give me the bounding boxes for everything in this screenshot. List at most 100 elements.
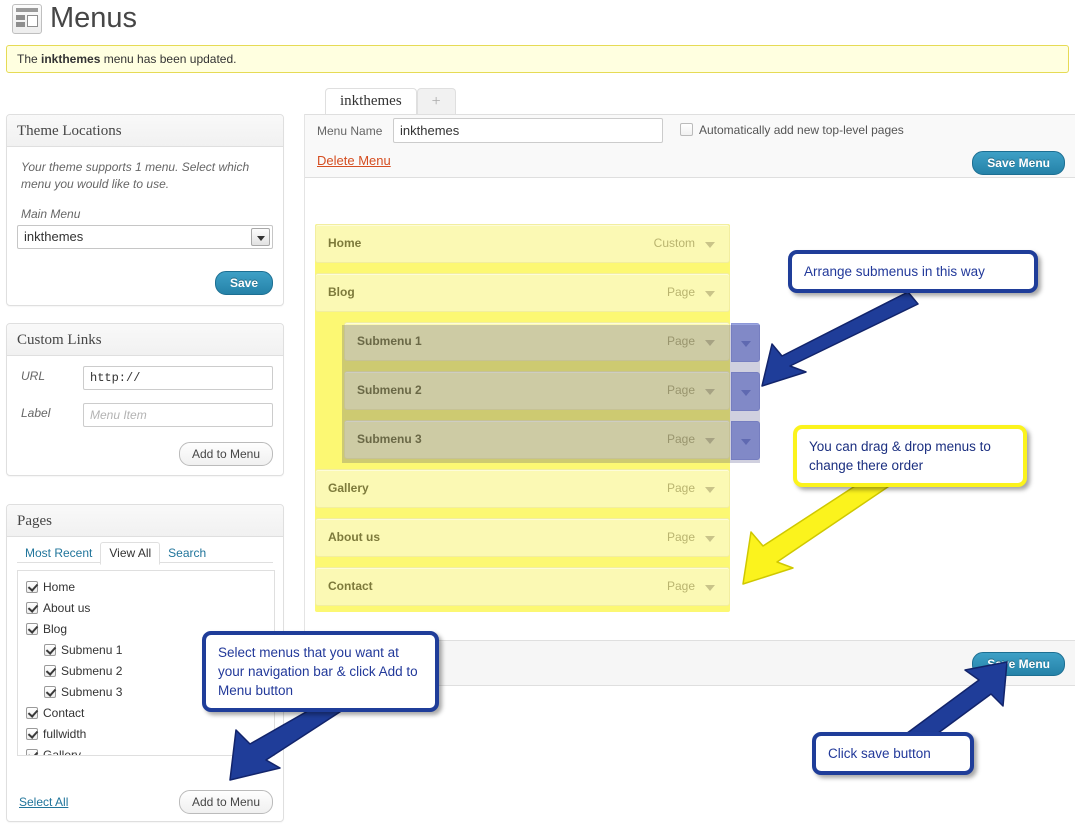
- menu-item-row[interactable]: Blog Page: [315, 273, 730, 312]
- menu-item-title: About us: [328, 530, 380, 544]
- chevron-down-icon[interactable]: [705, 389, 715, 395]
- callout-arrange-submenus: Arrange submenus in this way: [788, 250, 1038, 293]
- chevron-down-icon[interactable]: [705, 340, 715, 346]
- notice-menu-name: inkthemes: [41, 52, 101, 66]
- tab-inkthemes[interactable]: inkthemes: [325, 88, 417, 115]
- menus-icon-square-big: [27, 15, 38, 27]
- checkbox-icon[interactable]: [26, 623, 38, 635]
- list-item-label: About us: [43, 601, 91, 615]
- chevron-down-icon[interactable]: [705, 291, 715, 297]
- menu-name-label: Menu Name: [317, 124, 383, 138]
- auto-add-pages-label: Automatically add new top-level pages: [699, 123, 904, 137]
- chevron-down-icon[interactable]: [741, 341, 751, 347]
- menu-item-type: Page: [666, 432, 695, 446]
- chevron-down-icon[interactable]: [741, 439, 751, 445]
- custom-links-add-to-menu-button[interactable]: Add to Menu: [178, 442, 273, 466]
- tab-view-all[interactable]: View All: [100, 542, 161, 565]
- menu-tabs: inkthemes +: [325, 88, 456, 115]
- checkbox-icon[interactable]: [26, 749, 38, 755]
- main-menu-select[interactable]: inkthemes: [17, 225, 273, 249]
- menu-item-title: Blog: [328, 285, 355, 299]
- menus-icon: [12, 4, 42, 34]
- drag-handle[interactable]: [731, 421, 760, 460]
- callout-drag-drop: You can drag & drop menus to change ther…: [793, 425, 1027, 487]
- chevron-down-icon[interactable]: [741, 390, 751, 396]
- menu-item-title: Contact: [328, 579, 373, 593]
- drag-handle[interactable]: [731, 372, 760, 411]
- main-menu-selected-value: inkthemes: [24, 229, 84, 244]
- pages-add-to-menu-button[interactable]: Add to Menu: [178, 790, 273, 814]
- menus-icon-bar: [16, 8, 38, 12]
- theme-locations-description: Your theme supports 1 menu. Select which…: [21, 160, 250, 191]
- list-item[interactable]: About us: [26, 598, 274, 619]
- menu-item-type: Page: [666, 481, 695, 495]
- menu-item-row-submenu[interactable]: Submenu 3 Page: [344, 420, 760, 460]
- menu-item-type: Page: [666, 285, 695, 299]
- url-label: URL: [21, 369, 46, 383]
- tab-most-recent[interactable]: Most Recent: [17, 543, 100, 564]
- menu-item-type: Page: [666, 530, 695, 544]
- theme-locations-save-button[interactable]: Save: [214, 271, 273, 295]
- list-item-label: Gallery: [43, 748, 82, 756]
- auto-add-pages-row[interactable]: Automatically add new top-level pages: [680, 123, 904, 137]
- callout-click-save-text: Click save button: [828, 746, 931, 761]
- list-item-label: Submenu 3: [61, 685, 123, 699]
- label-input[interactable]: Menu Item: [83, 403, 273, 427]
- menu-item-title: Home: [328, 236, 362, 250]
- menu-item-title: Submenu 2: [357, 383, 422, 397]
- checkbox-icon[interactable]: [26, 581, 38, 593]
- checkbox-icon[interactable]: [44, 644, 56, 656]
- tab-add-menu[interactable]: +: [416, 88, 456, 115]
- callout-click-save: Click save button: [812, 732, 974, 775]
- menu-item-title: Submenu 3: [357, 432, 422, 446]
- menu-item-type: Custom: [653, 236, 695, 250]
- checkbox-icon[interactable]: [26, 728, 38, 740]
- menu-name-input[interactable]: inkthemes: [393, 118, 663, 143]
- select-all-link[interactable]: Select All: [19, 795, 68, 809]
- tab-search[interactable]: Search: [160, 543, 214, 564]
- menu-item-row-submenu[interactable]: Submenu 1 Page: [344, 322, 760, 362]
- list-item-label: fullwidth: [43, 727, 87, 741]
- list-item-label: Contact: [43, 706, 85, 720]
- custom-link-label-row: Label Menu Item: [17, 403, 273, 427]
- custom-links-panel: Custom Links URL http:// Label Menu Item…: [6, 323, 284, 476]
- chevron-down-icon[interactable]: [705, 536, 715, 542]
- theme-locations-body: Your theme supports 1 menu. Select which…: [7, 147, 283, 259]
- chevron-down-icon[interactable]: [705, 585, 715, 591]
- save-menu-button-top[interactable]: Save Menu: [972, 151, 1065, 175]
- chevron-down-icon[interactable]: [251, 228, 270, 246]
- checkbox-icon[interactable]: [44, 686, 56, 698]
- checkbox-unchecked-icon[interactable]: [680, 123, 693, 136]
- delete-menu-link[interactable]: Delete Menu: [317, 153, 391, 168]
- pages-title: Pages: [7, 505, 283, 537]
- callout-drag-text: You can drag & drop menus to change ther…: [809, 439, 991, 473]
- url-input[interactable]: http://: [83, 366, 273, 390]
- theme-locations-panel: Theme Locations Your theme supports 1 me…: [6, 114, 284, 306]
- pages-tabs: Most Recent View All Search: [17, 541, 273, 565]
- list-item[interactable]: Home: [26, 577, 274, 598]
- chevron-down-icon[interactable]: [705, 438, 715, 444]
- chevron-down-icon[interactable]: [705, 242, 715, 248]
- menu-item-row[interactable]: Gallery Page: [315, 469, 730, 508]
- menu-item-title: Gallery: [328, 481, 369, 495]
- callout-arrange-text: Arrange submenus in this way: [804, 264, 985, 279]
- menus-icon-square-a: [16, 15, 25, 20]
- custom-link-url-row: URL http://: [17, 366, 273, 390]
- menu-item-row[interactable]: Home Custom: [315, 224, 730, 263]
- drag-handle[interactable]: [731, 323, 760, 362]
- checkbox-icon[interactable]: [26, 707, 38, 719]
- menu-item-row-submenu[interactable]: Submenu 2 Page: [344, 371, 760, 411]
- notice-suffix: menu has been updated.: [100, 52, 237, 66]
- menu-items-list: Home Custom Blog Page Submenu 1 Page Sub…: [315, 224, 760, 616]
- callout-select-menus: Select menus that you want at your navig…: [202, 631, 439, 712]
- arrow-arrange-submenus: [761, 291, 919, 387]
- menu-item-row[interactable]: Contact Page: [315, 567, 730, 606]
- checkbox-icon[interactable]: [26, 602, 38, 614]
- list-item-label: Home: [43, 580, 76, 594]
- checkbox-icon[interactable]: [44, 665, 56, 677]
- custom-links-title: Custom Links: [7, 324, 283, 356]
- label-label: Label: [21, 406, 51, 420]
- chevron-down-icon[interactable]: [705, 487, 715, 493]
- menu-item-row[interactable]: About us Page: [315, 518, 730, 557]
- menu-header-bar: Menu Name inkthemes Automatically add ne…: [305, 114, 1075, 178]
